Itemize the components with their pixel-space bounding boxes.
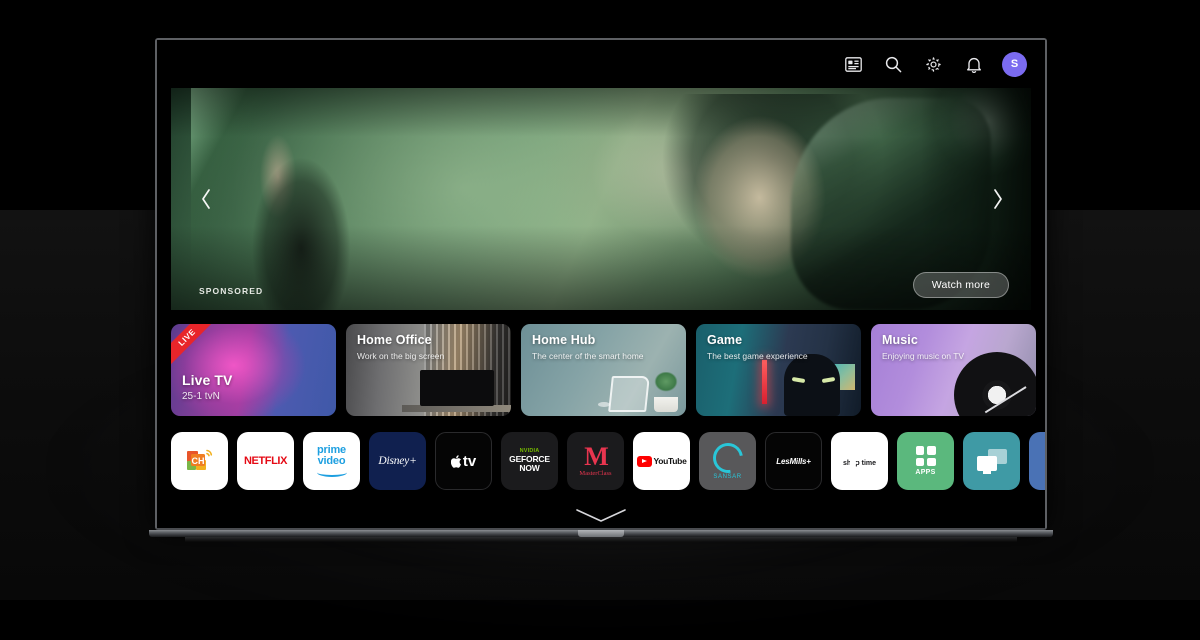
app-disney-plus[interactable]: Disney+ bbox=[369, 432, 426, 490]
masterclass-monogram: M bbox=[584, 442, 609, 472]
shoptime-wordmark: shop time bbox=[843, 453, 876, 469]
office-desk-art bbox=[402, 405, 511, 412]
prime-video-wordmark: prime video bbox=[316, 444, 347, 478]
sansar-ring-icon bbox=[706, 436, 749, 479]
user-avatar[interactable]: S bbox=[1002, 51, 1027, 77]
hub-chair-art bbox=[608, 376, 650, 412]
masterclass-wordmark: M MasterClass bbox=[579, 444, 611, 478]
tv-screen: S SPONSORED Watch more LIVE Live TV 25-1… bbox=[157, 40, 1045, 528]
app-prime-video[interactable]: prime video bbox=[303, 432, 360, 490]
card-title: Live TV bbox=[182, 372, 233, 388]
app-shoptime[interactable]: shop time bbox=[831, 432, 888, 490]
status-bar: S bbox=[157, 40, 1045, 88]
app-youtube[interactable]: YouTube bbox=[633, 432, 690, 490]
card-subtitle: The center of the smart home bbox=[532, 351, 644, 361]
apple-tv-label: tv bbox=[462, 452, 477, 470]
app-netflix[interactable]: NETFLIX bbox=[237, 432, 294, 490]
app-screen-share[interactable] bbox=[963, 432, 1020, 490]
category-card-row: LIVE Live TV 25-1 tvN Home Office Work o… bbox=[171, 324, 1045, 420]
card-subtitle: 25-1 tvN bbox=[182, 391, 220, 402]
youtube-label: YouTube bbox=[653, 456, 687, 466]
card-subtitle: Work on the big screen bbox=[357, 351, 445, 361]
app-lesmills[interactable]: LesMills+ bbox=[765, 432, 822, 490]
app-channels[interactable]: CH bbox=[171, 432, 228, 490]
netflix-wordmark: NETFLIX bbox=[243, 455, 288, 467]
hero-vignette bbox=[171, 88, 1031, 310]
channels-icon: CH bbox=[186, 449, 212, 470]
app-launcher-row: CH NETFLIX prime video Disney+ tv NVIDIA… bbox=[171, 432, 1045, 496]
card-home-office[interactable]: Home Office Work on the big screen bbox=[346, 324, 511, 416]
svg-text:CH: CH bbox=[191, 456, 204, 466]
apple-logo-icon bbox=[450, 454, 461, 468]
apple-tv-wordmark: tv bbox=[450, 452, 477, 470]
search-icon[interactable] bbox=[882, 53, 905, 76]
app-geforce-now[interactable]: NVIDIA GEFORCE NOW bbox=[501, 432, 558, 490]
card-title: Home Hub bbox=[532, 333, 596, 347]
card-subtitle: Enjoying music on TV bbox=[882, 351, 965, 361]
lesmills-wordmark: LesMills+ bbox=[776, 456, 811, 466]
card-home-hub[interactable]: Home Hub The center of the smart home bbox=[521, 324, 686, 416]
card-title: Music bbox=[882, 333, 918, 347]
scroll-down-chevron[interactable] bbox=[575, 508, 627, 524]
shoptime-label: shop time bbox=[842, 460, 877, 467]
prime-label-bottom: video bbox=[317, 455, 346, 467]
sansar-label: SANSAR bbox=[713, 473, 742, 480]
notifications-bell-icon[interactable] bbox=[962, 53, 985, 76]
tv-stand-shadow bbox=[185, 537, 1017, 542]
youtube-wordmark: YouTube bbox=[636, 455, 687, 467]
apps-label: APPS bbox=[915, 469, 936, 476]
screen-share-icon bbox=[976, 449, 1007, 474]
grid-icon bbox=[915, 446, 936, 466]
card-title: Game bbox=[707, 333, 743, 347]
app-apple-tv[interactable]: tv bbox=[435, 432, 492, 490]
app-all-apps[interactable]: APPS bbox=[897, 432, 954, 490]
hub-plant-art bbox=[654, 372, 678, 412]
disney-wordmark: Disney+ bbox=[378, 455, 417, 467]
hero-banner[interactable]: SPONSORED Watch more bbox=[171, 88, 1031, 310]
inputs-dashboard-icon[interactable] bbox=[842, 53, 865, 76]
game-lamp-art bbox=[762, 360, 767, 404]
card-live-tv[interactable]: LIVE Live TV 25-1 tvN bbox=[171, 324, 336, 416]
geforce-now-wordmark: NVIDIA GEFORCE NOW bbox=[509, 448, 550, 474]
card-music[interactable]: Music Enjoying music on TV bbox=[871, 324, 1036, 416]
card-title: Home Office bbox=[357, 333, 432, 347]
office-monitor-art bbox=[420, 370, 494, 406]
tv-brand-logo bbox=[578, 530, 624, 537]
watch-more-button[interactable]: Watch more bbox=[912, 272, 1009, 298]
hero-prev-arrow[interactable] bbox=[193, 179, 219, 219]
smart-tv-device: S SPONSORED Watch more LIVE Live TV 25-1… bbox=[149, 38, 1053, 542]
app-masterclass[interactable]: M MasterClass bbox=[567, 432, 624, 490]
app-sansar[interactable]: SANSAR bbox=[699, 432, 756, 490]
game-chair-art bbox=[784, 354, 840, 416]
sponsored-label: SPONSORED bbox=[199, 286, 264, 296]
settings-gear-icon[interactable] bbox=[922, 53, 945, 76]
masterclass-label: MasterClass bbox=[579, 470, 612, 478]
card-subtitle: The best game experience bbox=[707, 351, 808, 361]
youtube-play-icon bbox=[636, 455, 652, 467]
app-more[interactable] bbox=[1029, 432, 1045, 490]
prime-smile-icon bbox=[316, 468, 347, 478]
now-label: NOW bbox=[519, 463, 540, 474]
hero-next-arrow[interactable] bbox=[985, 179, 1011, 219]
card-game[interactable]: Game The best game experience bbox=[696, 324, 861, 416]
live-badge: LIVE bbox=[171, 324, 221, 372]
